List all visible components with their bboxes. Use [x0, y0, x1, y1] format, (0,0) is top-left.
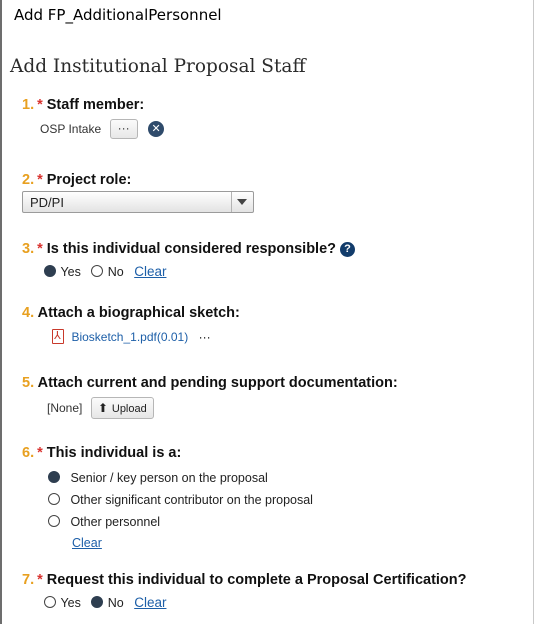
question-label: Request this individual to complete a Pr…	[46, 572, 467, 588]
radio-yes[interactable]	[44, 595, 56, 608]
required-marker: *	[37, 572, 43, 588]
page-title: Add Institutional Proposal Staff	[10, 56, 306, 77]
question-number: 6.	[22, 445, 35, 461]
question-label: Is this individual considered responsibl…	[46, 241, 337, 257]
clear-link[interactable]: Clear	[134, 595, 166, 610]
radio-senior-key[interactable]	[48, 470, 60, 483]
radio-no[interactable]	[91, 264, 104, 277]
project-role-select[interactable]: PD/PI	[22, 191, 254, 213]
question-number: 7.	[22, 572, 35, 588]
radio-no[interactable]	[91, 595, 104, 608]
required-marker: *	[37, 172, 43, 188]
required-marker: *	[37, 241, 43, 257]
radio-senior-key-label: Senior / key person on the proposal	[70, 470, 268, 485]
radio-no-label: No	[107, 264, 124, 279]
radio-other-personnel-label: Other personnel	[70, 514, 161, 529]
radio-no-label: No	[107, 595, 124, 610]
question-individual-type: 6. * This individual is a: Senior / key pe…	[22, 445, 313, 552]
question-label: Attach current and pending support docum…	[37, 375, 398, 391]
biosketch-file-link[interactable]: Biosketch_1.pdf(0.01)	[71, 330, 188, 344]
question-number: 5.	[22, 375, 35, 391]
question-label: This individual is a:	[46, 445, 182, 461]
select-staff-button[interactable]: ···	[109, 119, 138, 139]
pdf-icon	[52, 329, 64, 345]
radio-other-contributor[interactable]	[48, 492, 60, 505]
radio-yes-label: Yes	[60, 595, 81, 610]
help-icon[interactable]: ?	[340, 241, 356, 257]
question-number: 1.	[22, 97, 35, 113]
file-actions-menu[interactable]: ···	[199, 330, 211, 344]
question-number: 4.	[22, 305, 35, 321]
staff-member-value: OSP Intake	[40, 122, 102, 137]
clear-link[interactable]: Clear	[134, 264, 166, 279]
question-label: Project role:	[46, 172, 132, 188]
required-marker: *	[37, 97, 43, 113]
radio-yes-label: Yes	[60, 264, 81, 279]
question-biosketch: 4. Attach a biographical sketch: Biosket…	[22, 305, 240, 346]
radio-other-personnel[interactable]	[48, 514, 60, 527]
upload-icon: ⬆	[97, 401, 108, 415]
radio-other-contributor-label: Other significant contributor on the pro…	[70, 492, 313, 507]
question-certification: 7. * Request this individual to complete a…	[22, 572, 467, 612]
question-responsible: 3. * Is this individual considered respons…	[22, 241, 356, 281]
support-docs-value: [None]	[47, 401, 83, 416]
upload-button[interactable]: ⬆ Upload	[90, 397, 154, 419]
question-label: Staff member:	[46, 97, 145, 113]
upload-label: Upload	[111, 403, 147, 415]
question-staff-member: 1. * Staff member: OSP Intake ··· ✕	[22, 97, 165, 139]
project-role-selected: PD/PI	[30, 195, 64, 210]
radio-yes[interactable]	[44, 264, 56, 277]
question-number: 3.	[22, 241, 35, 257]
question-support-docs: 5. Attach current and pending support do…	[22, 375, 398, 419]
question-project-role: 2. * Project role:	[22, 172, 131, 188]
window-title: Add FP_AdditionalPersonnel	[14, 6, 222, 24]
question-number: 2.	[22, 172, 35, 188]
chevron-down-icon[interactable]	[231, 192, 253, 212]
x-circle-icon[interactable]: ✕	[148, 121, 165, 137]
question-label: Attach a biographical sketch:	[37, 305, 240, 321]
required-marker: *	[37, 445, 43, 461]
clear-link[interactable]: Clear	[72, 536, 102, 550]
